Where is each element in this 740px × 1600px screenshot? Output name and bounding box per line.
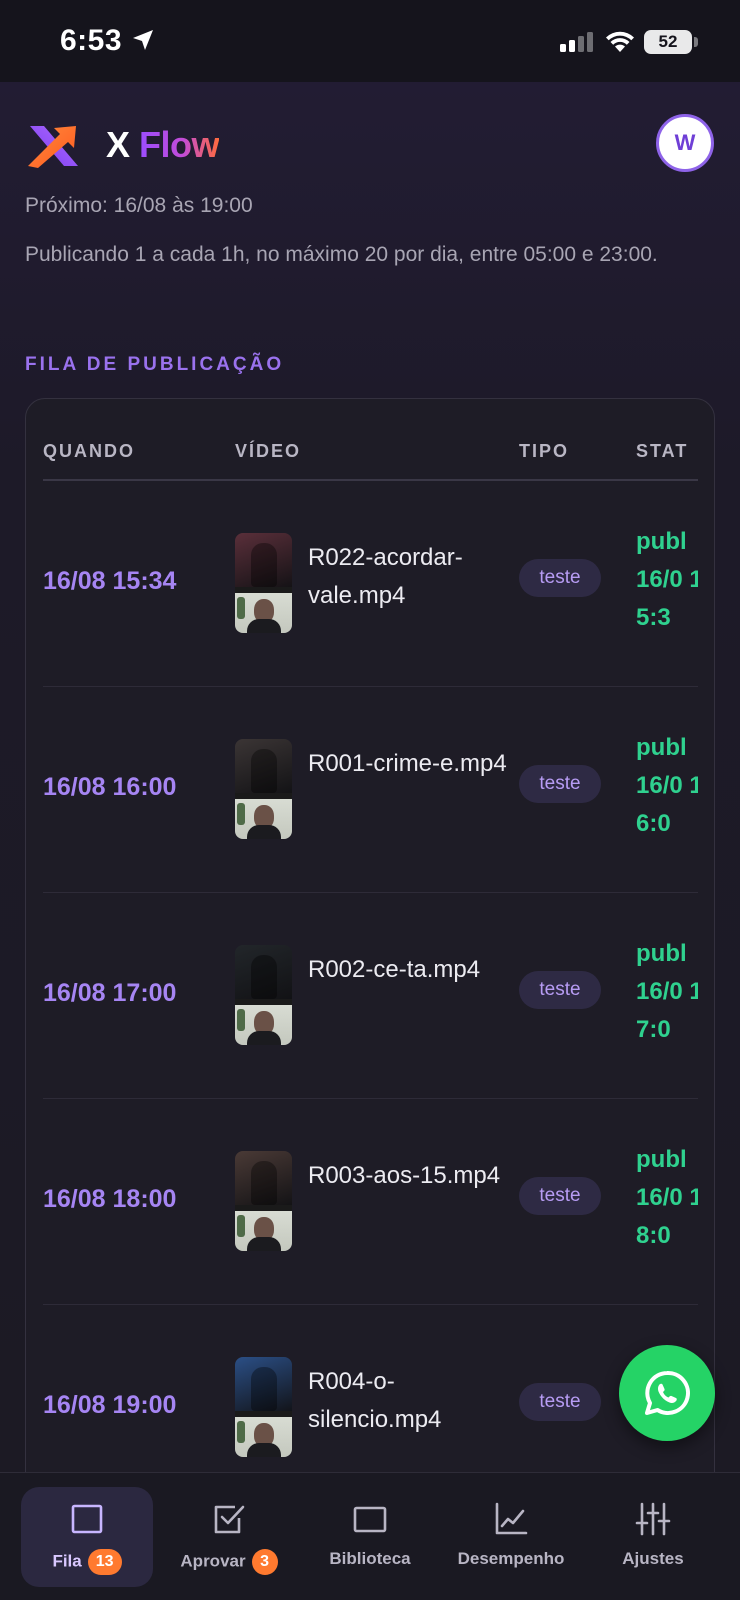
thumbnail-shirt: [247, 619, 281, 633]
table-row[interactable]: 16/08 15:34 R022-acordar-vale.mp4 teste pub…: [43, 481, 698, 687]
column-header-when: QUANDO: [43, 441, 135, 461]
aprovar-count-badge: 3: [251, 1549, 278, 1575]
type-tag: teste: [519, 1177, 601, 1215]
video-thumbnail[interactable]: [235, 739, 292, 839]
thumbnail-plant: [237, 803, 245, 825]
thumbnail-person: [251, 543, 277, 587]
fila-count-badge: 13: [87, 1549, 122, 1575]
thumbnail-person: [251, 955, 277, 999]
video-thumbnail[interactable]: [235, 1151, 292, 1251]
nav-label-ajustes: Ajustes: [622, 1549, 684, 1568]
status-bar: 6:53 52: [0, 0, 740, 82]
row-status: publ 16/0 17:0: [636, 940, 698, 1043]
type-tag: teste: [519, 1383, 601, 1421]
thumbnail-shirt: [247, 1443, 281, 1457]
nav-label-biblioteca: Biblioteca: [329, 1549, 411, 1568]
row-status: publ 16/0 15:3: [636, 528, 698, 631]
table-header: QUANDO VÍDEO TIPO STAT: [43, 399, 698, 481]
table-row[interactable]: 16/08 16:00 R001-crime-e.mp4 teste publ 16/…: [43, 687, 698, 893]
column-header-video: VÍDEO: [235, 441, 302, 461]
whatsapp-icon: [645, 1370, 690, 1415]
library-icon: [353, 1506, 387, 1533]
brand-flow: Flow: [139, 124, 220, 165]
video-thumbnail[interactable]: [235, 1357, 292, 1457]
type-tag: teste: [519, 559, 601, 597]
type-tag: teste: [519, 765, 601, 803]
avatar[interactable]: W: [656, 114, 714, 172]
nav-label-desempenho: Desempenho: [457, 1549, 565, 1568]
nav-label-aprovar: Aprovar 3: [163, 1549, 295, 1575]
battery-tip: [694, 37, 698, 47]
battery-icon: 52: [644, 30, 692, 54]
nav-label-fila: Fila 13: [21, 1549, 153, 1575]
column-header-status: STAT: [636, 441, 689, 461]
video-filename: R022-acordar-vale.mp4: [308, 544, 463, 609]
row-status: publ 16/0 18:0: [636, 1146, 698, 1249]
row-status: publ 16/0 16:0: [636, 734, 698, 837]
status-time: 6:53: [60, 24, 123, 57]
column-header-type: TIPO: [519, 441, 570, 461]
signal-icon: [560, 32, 593, 52]
nav-item-ajustes[interactable]: Ajustes: [587, 1487, 719, 1587]
video-filename: R002-ce-ta.mp4: [308, 956, 481, 983]
video-thumbnail[interactable]: [235, 945, 292, 1045]
row-when: 16/08 15:34: [43, 567, 177, 595]
thumbnail-plant: [237, 1421, 245, 1443]
row-when: 16/08 18:00: [43, 1185, 177, 1213]
whatsapp-button[interactable]: [619, 1345, 715, 1441]
brand-title: X Flow: [106, 124, 220, 166]
video-thumbnail[interactable]: [235, 533, 292, 633]
nav-item-biblioteca[interactable]: Biblioteca: [304, 1487, 436, 1587]
nav-item-desempenho[interactable]: Desempenho: [445, 1487, 577, 1587]
next-publish-text: Próximo: 16/08 às 19:00: [25, 194, 253, 217]
queue-table-scroll[interactable]: QUANDO VÍDEO TIPO STAT 16/08 15:34 R022-a…: [43, 399, 698, 1507]
row-when: 16/08 17:00: [43, 979, 177, 1007]
thumbnail-plant: [237, 597, 245, 619]
nav-item-fila[interactable]: Fila 13: [21, 1487, 153, 1587]
bottom-nav: Fila13 Aprovar3 Biblioteca Desempenho: [0, 1472, 740, 1600]
thumbnail-shirt: [247, 1031, 281, 1045]
video-filename: R004-o-silencio.mp4: [308, 1368, 442, 1433]
row-when: 16/08 16:00: [43, 773, 177, 801]
wifi-icon: [606, 31, 634, 52]
table-row[interactable]: 16/08 17:00 R002-ce-ta.mp4 teste publ 16/0 …: [43, 893, 698, 1099]
sliders-icon: [635, 1502, 671, 1536]
thumbnail-person: [251, 1161, 277, 1205]
publish-rule-text: Publicando 1 a cada 1h, no máximo 20 por…: [25, 243, 658, 266]
thumbnail-plant: [237, 1009, 245, 1031]
thumbnail-shirt: [247, 1237, 281, 1251]
thumbnail-plant: [237, 1215, 245, 1237]
square-icon: [71, 1504, 103, 1534]
nav-item-aprovar[interactable]: Aprovar 3: [163, 1487, 295, 1587]
video-filename: R001-crime-e.mp4: [308, 750, 507, 777]
thumbnail-person: [251, 749, 277, 793]
table-row[interactable]: 16/08 18:00 R003-aos-15.mp4 teste publ 16/0…: [43, 1099, 698, 1305]
video-filename: R003-aos-15.mp4: [308, 1162, 501, 1189]
queue-table[interactable]: QUANDO VÍDEO TIPO STAT 16/08 15:34 R022-a…: [25, 398, 715, 1508]
chart-icon: [495, 1502, 528, 1535]
location-arrow-icon: [133, 30, 153, 50]
row-when: 16/08 19:00: [43, 1391, 177, 1419]
xflow-logo-icon: [28, 126, 78, 168]
checkbox-icon: [214, 1505, 245, 1534]
thumbnail-person: [251, 1367, 277, 1411]
type-tag: teste: [519, 971, 601, 1009]
brand-x: X: [106, 124, 130, 165]
main-content: X Flow W Próximo: 16/08 às 19:00 Publica…: [0, 82, 740, 1508]
thumbnail-shirt: [247, 825, 281, 839]
section-title: FILA DE PUBLICAÇÃO: [25, 354, 285, 375]
